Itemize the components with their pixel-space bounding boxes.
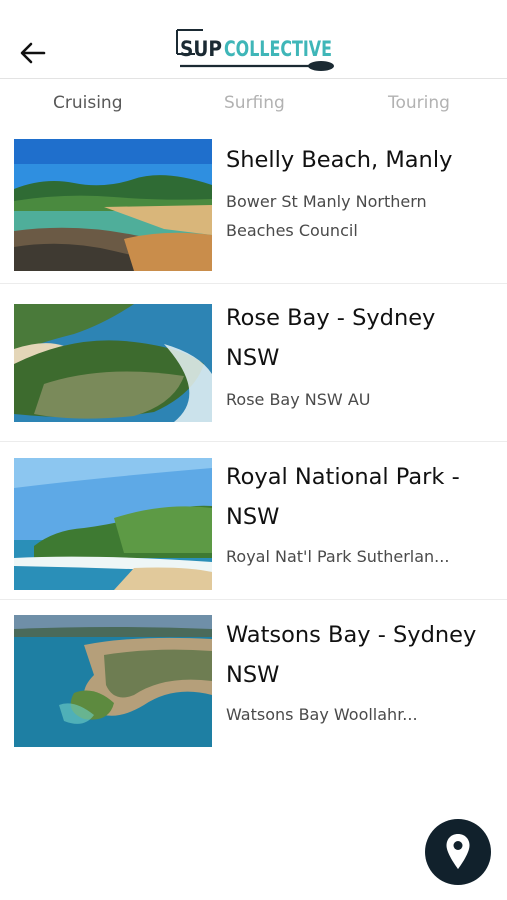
tab-touring[interactable]: Touring xyxy=(388,93,450,113)
tab-cruising[interactable]: Cruising xyxy=(53,93,123,113)
location-title: Rose Bay - Sydney NSW xyxy=(226,305,436,371)
logo-collective-text: COLLECTIVE xyxy=(224,37,332,61)
location-thumbnail xyxy=(14,615,212,747)
location-title: Royal National Park - NSW xyxy=(226,464,460,530)
location-card-royal-national-park[interactable]: Royal National Park - NSW Royal Nat'l Pa… xyxy=(0,442,507,600)
location-list: Shelly Beach, Manly Bower St Manly North… xyxy=(0,126,507,758)
location-title: Shelly Beach, Manly xyxy=(226,147,453,173)
location-address: Rose Bay NSW AU xyxy=(226,390,371,409)
arrow-left-icon xyxy=(20,42,46,64)
location-card-watsons-bay[interactable]: Watsons Bay - Sydney NSW Watsons Bay Woo… xyxy=(0,600,507,758)
location-thumbnail xyxy=(14,304,212,436)
location-address: Royal Nat'l Park Sutherlan... xyxy=(226,547,450,566)
tab-surfing[interactable]: Surfing xyxy=(224,93,285,113)
location-thumbnail xyxy=(14,458,212,590)
location-title: Watsons Bay - Sydney NSW xyxy=(226,622,477,688)
location-thumbnail xyxy=(14,139,212,271)
screen: SUP COLLECTIVE Cruising Surfing Touring xyxy=(0,0,507,900)
location-address: Watsons Bay Woollahr... xyxy=(226,705,418,724)
logo-sup-text: SUP xyxy=(180,37,222,61)
app-header: SUP COLLECTIVE xyxy=(0,0,507,79)
category-tabs: Cruising Surfing Touring xyxy=(0,80,507,126)
back-button[interactable] xyxy=(16,36,50,70)
sup-collective-logo: SUP COLLECTIVE xyxy=(176,29,334,71)
map-view-button[interactable] xyxy=(425,819,491,885)
map-pin-icon xyxy=(446,834,470,869)
location-card-shelly-beach[interactable]: Shelly Beach, Manly Bower St Manly North… xyxy=(0,126,507,284)
location-card-rose-bay[interactable]: Rose Bay - Sydney NSW Rose Bay NSW AU xyxy=(0,284,507,442)
location-address: Bower St Manly Northern Beaches Council xyxy=(226,192,427,240)
